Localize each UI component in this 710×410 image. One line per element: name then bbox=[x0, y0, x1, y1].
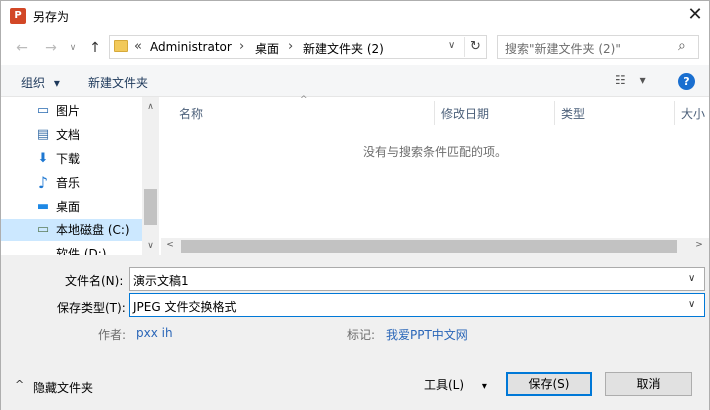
sidebar-item-documents[interactable]: 文档 bbox=[34, 124, 142, 146]
back-arrow-icon[interactable]: ← bbox=[12, 39, 32, 57]
close-icon[interactable]: ✕ bbox=[683, 4, 707, 28]
tags-field[interactable]: 我爱PPT中文网 bbox=[386, 326, 468, 343]
organize-menu-button[interactable]: 组织 ▾ bbox=[21, 74, 60, 91]
column-header-type[interactable]: 类型 bbox=[561, 105, 585, 122]
address-history-chevron-icon[interactable]: ∨ bbox=[448, 40, 455, 51]
help-icon[interactable]: ? bbox=[678, 73, 695, 90]
filetype-label: 保存类型(T): bbox=[57, 301, 126, 315]
sidebar-item-music[interactable]: 音乐 bbox=[34, 172, 142, 194]
breadcrumb-desktop[interactable]: 桌面 bbox=[255, 40, 279, 57]
filename-field[interactable]: 演示文稿1 ∨ bbox=[129, 267, 705, 291]
filetype-select[interactable]: JPEG 文件交换格式 ∨ bbox=[129, 293, 705, 317]
sidebar-item-desktop[interactable]: 桌面 bbox=[34, 196, 142, 218]
scroll-right-icon[interactable]: > bbox=[693, 240, 705, 250]
column-header-name[interactable]: 名称 bbox=[179, 105, 203, 122]
powerpoint-logo-icon: P bbox=[10, 8, 26, 24]
save-button[interactable]: 保存(S) bbox=[506, 372, 592, 396]
breadcrumb-separator[interactable]: › bbox=[239, 39, 244, 54]
filename-label: 文件名(N): bbox=[65, 274, 124, 288]
chevron-down-icon[interactable]: ∨ bbox=[688, 273, 695, 284]
tools-label: 工具(L) bbox=[424, 378, 465, 392]
new-folder-button[interactable]: 新建文件夹 bbox=[88, 74, 148, 91]
organize-label: 组织 bbox=[21, 76, 46, 90]
search-icon[interactable]: ⌕ bbox=[678, 38, 686, 54]
empty-results-message: 没有与搜索条件匹配的项。 bbox=[363, 145, 508, 159]
change-view-button[interactable]: ☷ ▾ bbox=[615, 73, 646, 87]
navigation-pane-scrollbar[interactable] bbox=[142, 97, 159, 255]
column-divider[interactable] bbox=[434, 101, 435, 125]
scroll-down-icon[interactable]: ∨ bbox=[142, 241, 159, 251]
tags-label: 标记: bbox=[347, 328, 376, 342]
folder-icon bbox=[114, 40, 128, 52]
scrollbar-thumb[interactable] bbox=[181, 240, 677, 253]
caret-down-icon: ▾ bbox=[53, 76, 60, 90]
scroll-up-icon[interactable]: ∧ bbox=[142, 102, 159, 112]
hide-folders-button[interactable]: 隐藏文件夹 bbox=[33, 379, 93, 396]
save-as-dialog: P 另存为 ✕ ← → ∨ ↑ « Administrator › 桌面 › 新… bbox=[0, 0, 710, 410]
up-arrow-icon[interactable]: ↑ bbox=[85, 39, 105, 57]
view-list-icon: ☷ bbox=[615, 73, 626, 87]
caret-down-icon: ▾ bbox=[639, 73, 646, 87]
recent-locations-chevron-icon[interactable]: ∨ bbox=[63, 39, 83, 57]
tools-menu-button[interactable]: 工具(L) ▾ bbox=[424, 376, 487, 393]
drive-icon: ▭ bbox=[36, 222, 50, 237]
address-bar[interactable]: « Administrator › 桌面 › 新建文件夹 (2) ∨ ↻ bbox=[109, 35, 487, 59]
column-divider[interactable] bbox=[554, 101, 555, 125]
search-box[interactable]: 搜索"新建文件夹 (2)" ⌕ bbox=[497, 35, 699, 59]
author-label: 作者: bbox=[98, 328, 127, 342]
column-divider[interactable] bbox=[674, 101, 675, 125]
breadcrumb-separator[interactable]: › bbox=[288, 39, 293, 54]
sidebar-item-downloads[interactable]: 下载 bbox=[34, 148, 142, 170]
filename-value[interactable]: 演示文稿1 bbox=[133, 272, 189, 289]
chevron-down-icon[interactable]: ∨ bbox=[688, 299, 695, 310]
window-title: 另存为 bbox=[33, 10, 70, 24]
sidebar-item-local-disk-c[interactable]: 本地磁盘 (C:) bbox=[1, 219, 142, 241]
chevron-up-icon[interactable]: ^ bbox=[15, 378, 24, 391]
search-input[interactable]: 搜索"新建文件夹 (2)" bbox=[505, 40, 621, 57]
sidebar-item-software-d[interactable]: 软件 (D:) bbox=[34, 243, 142, 255]
sort-ascending-icon: ^ bbox=[300, 95, 308, 105]
file-list-pane bbox=[161, 97, 709, 255]
title-bar bbox=[1, 1, 709, 31]
breadcrumb-new-folder[interactable]: 新建文件夹 (2) bbox=[303, 40, 384, 57]
scroll-left-icon[interactable]: < bbox=[164, 240, 176, 250]
author-field[interactable]: pxx ih bbox=[136, 326, 173, 340]
scrollbar-thumb[interactable] bbox=[144, 189, 157, 225]
cancel-button[interactable]: 取消 bbox=[605, 372, 692, 396]
filetype-value[interactable]: JPEG 文件交换格式 bbox=[133, 298, 236, 315]
caret-down-icon: ▾ bbox=[481, 381, 487, 392]
column-header-date-modified[interactable]: 修改日期 bbox=[441, 105, 489, 122]
sidebar-item-pictures[interactable]: 图片 bbox=[34, 100, 142, 122]
refresh-icon[interactable]: ↻ bbox=[464, 37, 486, 57]
column-header-size[interactable]: 大小 bbox=[681, 105, 708, 122]
breadcrumb-administrator[interactable]: Administrator bbox=[150, 40, 232, 54]
forward-arrow-icon[interactable]: → bbox=[41, 39, 61, 57]
address-overflow[interactable]: « bbox=[134, 39, 142, 54]
